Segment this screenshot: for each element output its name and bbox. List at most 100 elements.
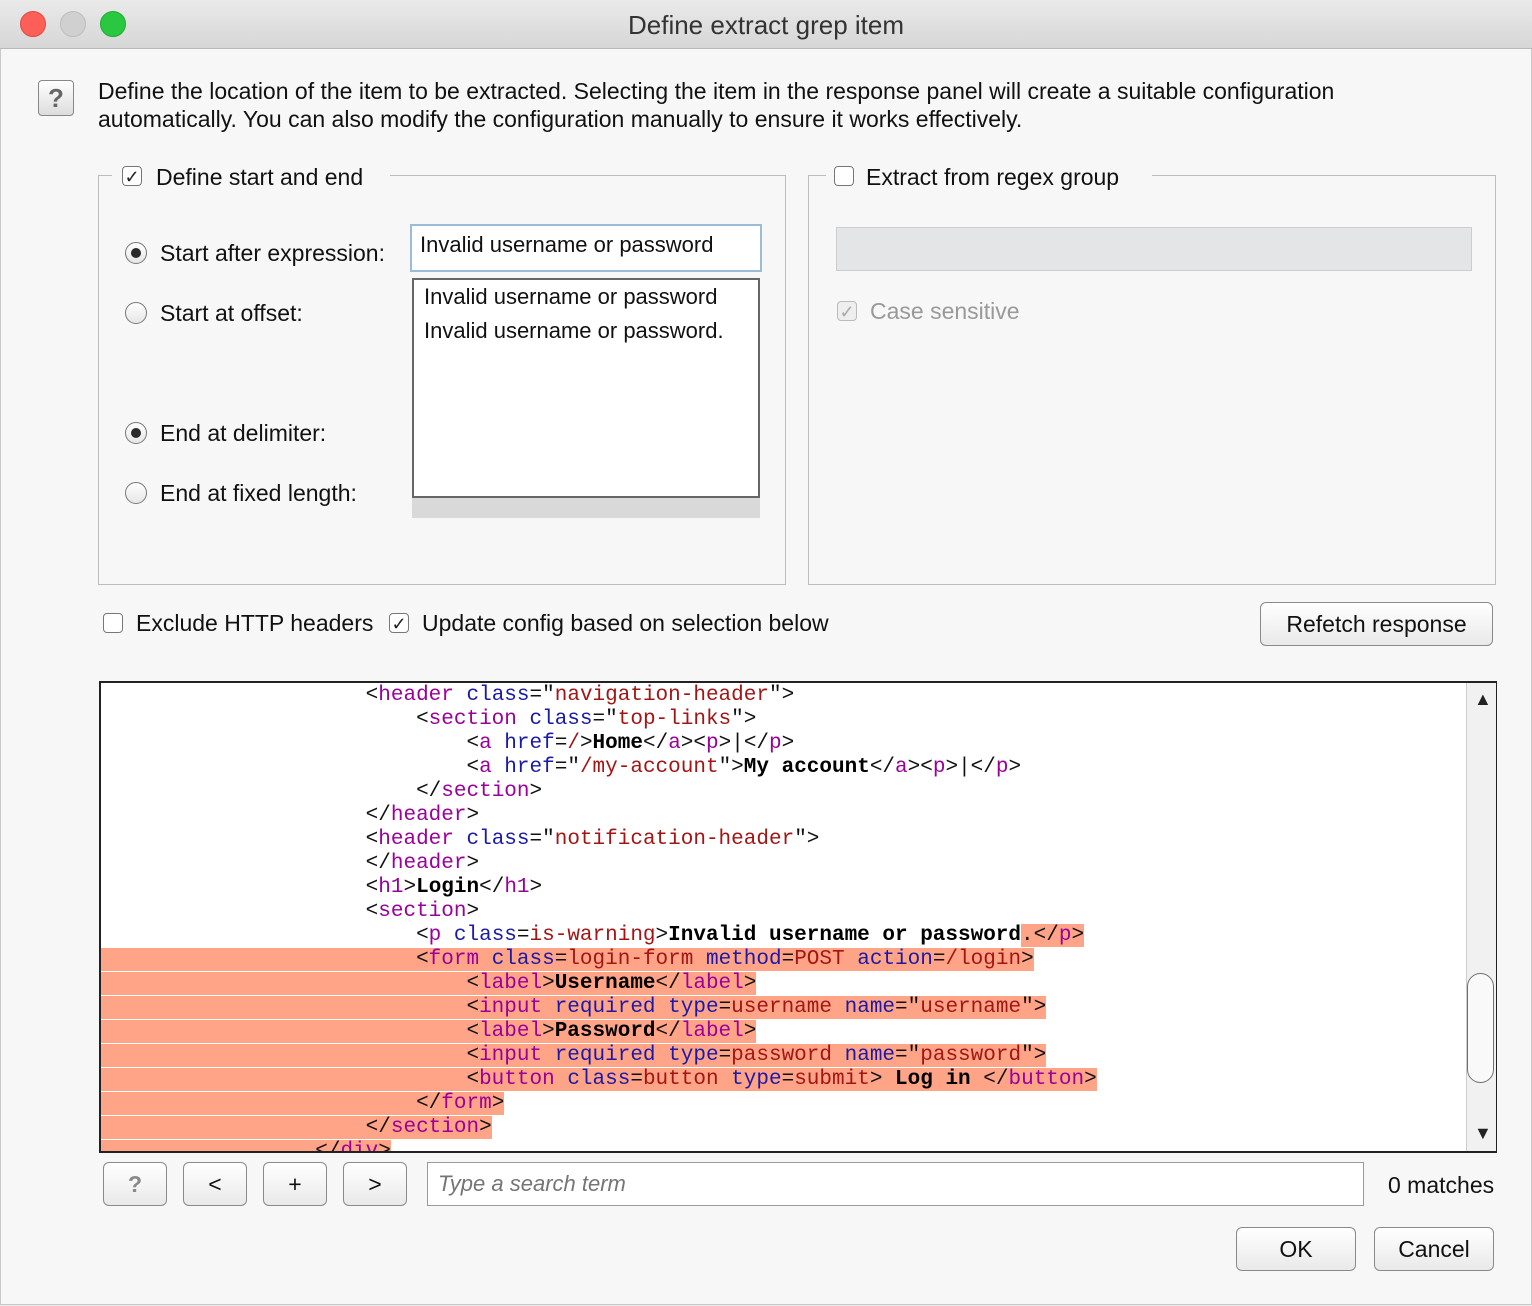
code-token: > — [1021, 948, 1034, 971]
search-help-button[interactable]: ? — [103, 1162, 167, 1206]
cancel-button[interactable]: Cancel — [1374, 1227, 1494, 1271]
end-at-delimiter-radio[interactable] — [125, 422, 147, 444]
code-token: section — [441, 780, 530, 803]
code-token: is-warning — [529, 924, 656, 947]
start-after-expression-radio[interactable] — [125, 242, 147, 264]
code-line: <a href=/>Home</a><p>|</p> — [101, 732, 1097, 756]
end-at-fixed-length-radio[interactable] — [125, 482, 147, 504]
code-token: username — [920, 996, 1022, 1019]
code-token: = — [718, 1044, 732, 1067]
suggestion-item[interactable]: Invalid username or password. — [414, 314, 758, 348]
code-line: <section> — [101, 900, 1097, 924]
code-token: submit — [794, 1068, 870, 1091]
code-token: "> — [731, 708, 757, 731]
code-token: button — [1008, 1068, 1085, 1091]
help-icon[interactable]: ? — [38, 80, 74, 116]
title-bar: Define extract grep item — [0, 0, 1532, 49]
code-line: <a href="/my-account">My account</a><p>|… — [101, 756, 1097, 780]
code-token: "> — [1021, 996, 1047, 1019]
code-token: >|</ — [718, 732, 770, 755]
code-token: p — [428, 924, 442, 947]
exclude-http-headers-checkbox[interactable] — [103, 613, 123, 633]
code-line: <input required type=password name="pass… — [101, 1044, 1097, 1068]
code-token: section — [390, 1116, 480, 1139]
code-token: < — [365, 900, 379, 923]
code-token: > — [529, 876, 543, 899]
code-token: =" — [529, 828, 555, 851]
code-line: <header class="navigation-header"> — [101, 684, 1097, 708]
code-token: = — [718, 996, 732, 1019]
code-token: div — [340, 1140, 379, 1153]
code-line: <label>Username</label> — [101, 972, 1097, 996]
refetch-response-button[interactable]: Refetch response — [1260, 602, 1493, 646]
response-editor[interactable]: <header class="navigation-header"> <sect… — [99, 681, 1497, 1153]
code-token: </ — [970, 1068, 1009, 1091]
code-token: = — [554, 948, 568, 971]
ok-button[interactable]: OK — [1236, 1227, 1356, 1271]
window-title: Define extract grep item — [627, 10, 904, 40]
code-token: </ — [1033, 924, 1059, 947]
code-line: <label>Password</label> — [101, 1020, 1097, 1044]
code-token: class — [567, 1068, 631, 1091]
code-token: </ — [642, 732, 669, 755]
code-token: < — [466, 756, 480, 779]
code-token: = — [630, 1068, 643, 1091]
extract-regex-label: Extract from regex group — [866, 164, 1120, 190]
code-token: < — [466, 996, 480, 1019]
code-line: <input required type=username name="user… — [101, 996, 1097, 1020]
suggestion-item[interactable]: Invalid username or password — [414, 280, 758, 314]
code-token: a — [479, 756, 492, 779]
search-add-button[interactable]: + — [263, 1162, 327, 1206]
start-after-expression-input[interactable]: Invalid username or password — [410, 224, 762, 272]
scrollbar-thumb[interactable] — [1467, 973, 1494, 1083]
code-token: </ — [416, 780, 442, 803]
define-start-end-checkbox[interactable]: ✓ — [122, 166, 142, 187]
code-token: > — [542, 1020, 555, 1043]
search-previous-button[interactable]: < — [183, 1162, 247, 1206]
code-token: navigation-header — [554, 684, 769, 707]
extract-regex-checkbox[interactable] — [834, 166, 854, 186]
code-token: < — [365, 684, 379, 707]
code-token: a — [479, 732, 492, 755]
code-token: . — [1021, 924, 1034, 947]
scroll-down-icon[interactable]: ▼ — [1474, 1123, 1492, 1144]
code-line: </section> — [101, 780, 1097, 804]
code-token: < — [466, 1068, 480, 1091]
start-at-offset-radio[interactable] — [125, 302, 147, 324]
update-config-checkbox[interactable]: ✓ — [389, 613, 409, 634]
code-token: section — [428, 708, 517, 731]
code-token: Home — [592, 732, 643, 755]
code-line: </form> — [101, 1092, 1097, 1116]
code-token: </ — [315, 1140, 341, 1153]
case-sensitive-checkbox[interactable]: ✓ — [837, 301, 857, 322]
code-token: < — [466, 972, 480, 995]
code-token: > — [655, 924, 669, 947]
start-after-expression-value: Invalid username or password — [420, 232, 714, 257]
regex-legend: Extract from regex group — [826, 162, 1152, 190]
regex-input[interactable] — [836, 227, 1472, 271]
search-next-button[interactable]: > — [343, 1162, 407, 1206]
code-token: input — [479, 996, 543, 1019]
code-token: </ — [655, 972, 681, 995]
code-token: h1 — [504, 876, 530, 899]
code-token: </ — [869, 756, 896, 779]
code-token: </ — [479, 876, 505, 899]
update-config-label: Update config based on selection below — [422, 610, 829, 636]
code-token: </ — [416, 1092, 442, 1115]
code-token: "> — [718, 756, 744, 779]
scroll-up-icon[interactable]: ▲ — [1474, 689, 1492, 710]
code-token: form — [441, 1092, 492, 1115]
code-token: > — [466, 852, 480, 875]
exclude-http-headers-label: Exclude HTTP headers — [136, 610, 374, 636]
search-input[interactable] — [427, 1162, 1364, 1206]
code-token: required — [554, 1044, 656, 1067]
